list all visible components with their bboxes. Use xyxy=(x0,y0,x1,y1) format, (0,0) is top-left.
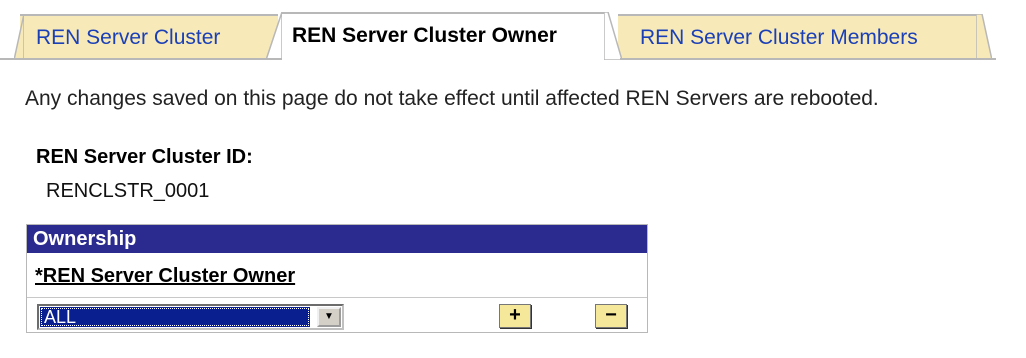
tab-baseline xyxy=(620,58,996,60)
tab-divider xyxy=(266,12,282,60)
tab-divider xyxy=(14,14,24,60)
cluster-id-label: REN Server Cluster ID: xyxy=(36,146,253,168)
row-divider xyxy=(27,297,647,298)
ownership-grid-title: Ownership xyxy=(27,225,647,253)
chevron-down-icon[interactable]: ▼ xyxy=(317,307,341,327)
tab-divider xyxy=(976,14,992,60)
tab-label: REN Server Cluster Members xyxy=(640,26,918,49)
tab-label: REN Server Cluster xyxy=(36,26,221,49)
add-row-button[interactable]: + xyxy=(499,304,531,328)
tab-baseline xyxy=(0,58,282,60)
owner-select-value: ALL xyxy=(40,307,310,327)
tab-label: REN Server Cluster Owner xyxy=(292,24,557,47)
tab-divider xyxy=(604,12,622,60)
save-notice: Any changes saved on this page do not ta… xyxy=(25,87,879,110)
tab-ren-server-cluster-members[interactable]: REN Server Cluster Members xyxy=(618,14,982,60)
owner-column-header[interactable]: *REN Server Cluster Owner xyxy=(35,265,295,288)
delete-row-button[interactable]: − xyxy=(595,304,627,328)
cluster-id-value: RENCLSTR_0001 xyxy=(46,180,210,202)
owner-select[interactable]: ALL ▼ xyxy=(37,304,344,330)
tab-ren-server-cluster[interactable]: REN Server Cluster xyxy=(20,14,278,60)
ownership-grid: Ownership *REN Server Cluster Owner ALL … xyxy=(26,224,648,333)
tab-ren-server-cluster-owner[interactable]: REN Server Cluster Owner xyxy=(282,12,608,60)
tab-strip: REN Server Cluster REN Server Cluster Me… xyxy=(0,0,1026,60)
